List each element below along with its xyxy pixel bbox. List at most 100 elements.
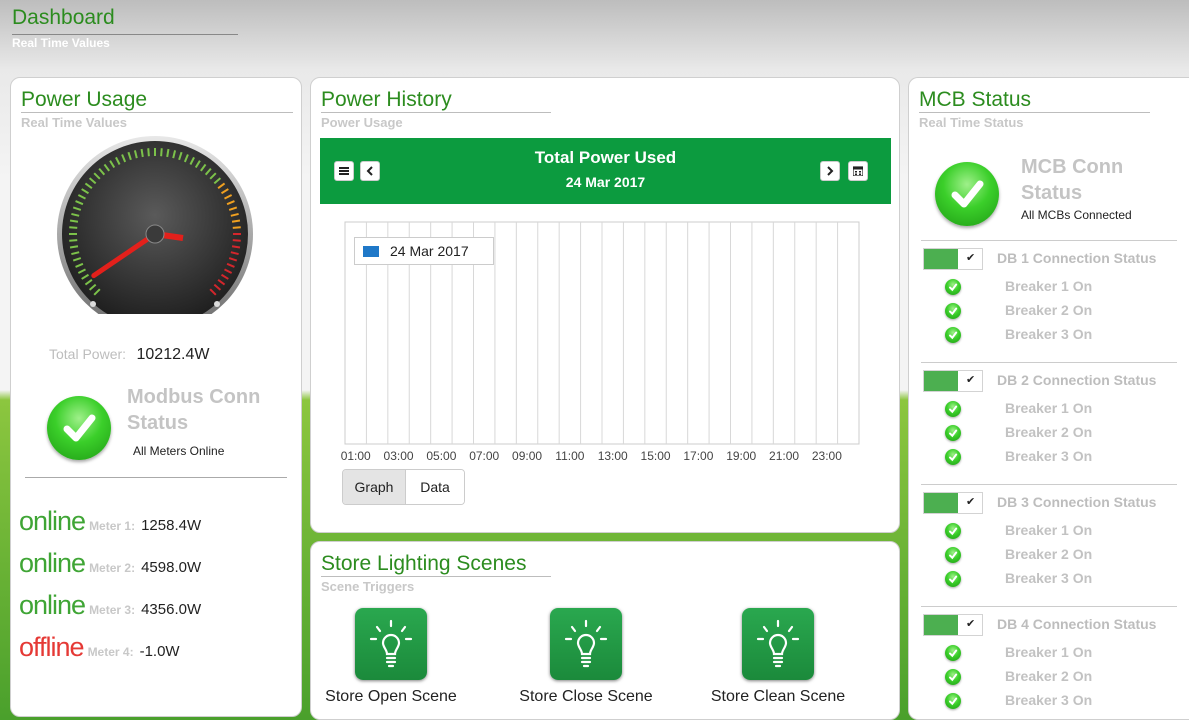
meter-value: 1258.4W: [141, 517, 202, 534]
title-underline: [21, 112, 293, 113]
toolbar-date: 24 Mar 2017: [565, 174, 646, 190]
meter-name: Meter 3:: [89, 603, 136, 617]
lightbulb-icon: [756, 619, 800, 668]
breaker-status-label: Breaker 3 On: [1005, 570, 1093, 586]
x-tick-label: 05:00: [426, 449, 456, 463]
scene-trigger-button[interactable]: [550, 608, 622, 680]
mcb-status-subtitle: Real Time Status: [919, 115, 1024, 130]
scene-label: Store Clean Scene: [710, 688, 846, 705]
legend-label: 24 Mar 2017: [390, 243, 469, 259]
breaker-check-icon: [945, 401, 961, 417]
modbus-status-check-icon: [47, 396, 111, 460]
title-underline: [12, 34, 238, 35]
breaker-check-icon: [945, 303, 961, 319]
breaker-check-icon: [945, 523, 961, 539]
breaker-status-label: Breaker 2 On: [1005, 424, 1093, 440]
breaker-check-icon: [945, 669, 961, 685]
db-toggle[interactable]: ✔: [923, 614, 983, 636]
breaker-status-label: Breaker 1 On: [1005, 522, 1093, 538]
legend-swatch: [363, 246, 379, 257]
next-day-button[interactable]: [820, 161, 840, 181]
toggle-on-fill: [924, 615, 958, 635]
meter-row: online Meter 1: 1258.4W: [19, 506, 201, 536]
title-underline: [919, 112, 1150, 113]
lightbulb-icon: [564, 619, 608, 668]
toggle-on-fill: [924, 371, 958, 391]
db-toggle[interactable]: ✔: [923, 248, 983, 270]
db-toggle[interactable]: ✔: [923, 492, 983, 514]
power-usage-subtitle: Real Time Values: [21, 115, 127, 130]
online-status-icon: online: [19, 506, 86, 536]
gauge-hub: [145, 224, 165, 244]
x-tick-label: 15:00: [641, 449, 671, 463]
divider: [921, 240, 1177, 241]
gauge-tick: [140, 148, 144, 158]
modbus-status-message: All Meters Online: [133, 444, 225, 458]
mcb-status-title-1: MCB Conn: [1021, 156, 1124, 178]
scene-trigger-button[interactable]: [742, 608, 814, 680]
toggle-on-fill: [924, 493, 958, 513]
breaker-status-label: Breaker 2 On: [1005, 668, 1093, 684]
db-connection-label: DB 4 Connection Status: [997, 616, 1157, 632]
breaker-status-label: Breaker 1 On: [1005, 278, 1093, 294]
gauge-tick: [69, 245, 79, 249]
power-usage-title: Power Usage: [21, 88, 148, 111]
modbus-status-title-2: Status: [127, 412, 189, 434]
check-icon: ✔: [966, 496, 976, 508]
x-tick-label: 13:00: [598, 449, 628, 463]
breaker-status-label: Breaker 3 On: [1005, 448, 1093, 464]
power-usage-panel: Power Usage Real Time Values Total Power…: [10, 77, 302, 717]
scene-item: Store Open Scene: [321, 608, 461, 706]
power-history-subtitle: Power Usage: [321, 115, 403, 130]
gauge-tick: [160, 148, 163, 157]
breaker-status-label: Breaker 1 On: [1005, 644, 1093, 660]
store-lighting-title: Store Lighting Scenes: [321, 552, 527, 575]
x-tick-label: 09:00: [512, 449, 542, 463]
scene-item: Store Clean Scene: [708, 608, 848, 706]
total-power: Total Power: 10212.4W: [49, 346, 209, 364]
store-lighting-panel: Store Lighting Scenes Scene Triggers Sto…: [310, 541, 900, 720]
gauge-screw: [90, 301, 96, 307]
title-underline: [321, 112, 551, 113]
total-power-value: 10212.4W: [136, 346, 210, 363]
history-toolbar: Total Power Used 24 Mar 2017: [320, 138, 891, 204]
breaker-check-icon: [945, 693, 961, 709]
meter-value: -1.0W: [139, 643, 180, 660]
breaker-status-label: Breaker 3 On: [1005, 692, 1093, 708]
modbus-status-title-1: Modbus Conn: [127, 386, 261, 408]
breaker-check-icon: [945, 449, 961, 465]
breaker-status-label: Breaker 1 On: [1005, 400, 1093, 416]
gauge-tick: [231, 219, 241, 223]
tab-graph[interactable]: Graph: [343, 470, 406, 504]
gauge-tick: [69, 219, 79, 223]
power-history-panel: Power History Power Usage Total Power Us…: [310, 77, 900, 533]
meter-row: online Meter 2: 4598.0W: [19, 548, 201, 578]
mcb-status-message: All MCBs Connected: [1021, 208, 1132, 222]
x-tick-label: 11:00: [555, 449, 584, 463]
db-connection-label: DB 1 Connection Status: [997, 250, 1157, 266]
breaker-check-icon: [945, 645, 961, 661]
page-title: Dashboard: [12, 6, 115, 29]
online-status-icon: online: [19, 548, 86, 578]
breaker-status-label: Breaker 3 On: [1005, 326, 1093, 342]
gauge-tick: [166, 148, 170, 158]
gauge-screw: [214, 301, 220, 307]
scene-trigger-button[interactable]: [355, 608, 427, 680]
breaker-check-icon: [945, 425, 961, 441]
gauge-tick: [147, 148, 150, 157]
db-connection-label: DB 3 Connection Status: [997, 494, 1157, 510]
breaker-status-label: Breaker 2 On: [1005, 546, 1093, 562]
x-tick-label: 07:00: [469, 449, 499, 463]
lightbulb-icon: [369, 619, 413, 668]
x-tick-label: 21:00: [769, 449, 799, 463]
db-toggle[interactable]: ✔: [923, 370, 983, 392]
scene-label: Store Close Scene: [519, 688, 653, 705]
breaker-check-icon: [945, 327, 961, 343]
divider: [921, 362, 1177, 363]
title-underline: [321, 576, 551, 577]
meter-value: 4356.0W: [141, 601, 202, 618]
mcb-status-title: MCB Status: [919, 88, 1032, 111]
meter-row: online Meter 3: 4356.0W: [19, 590, 201, 620]
tab-data[interactable]: Data: [406, 470, 464, 504]
calendar-button[interactable]: [848, 161, 868, 181]
